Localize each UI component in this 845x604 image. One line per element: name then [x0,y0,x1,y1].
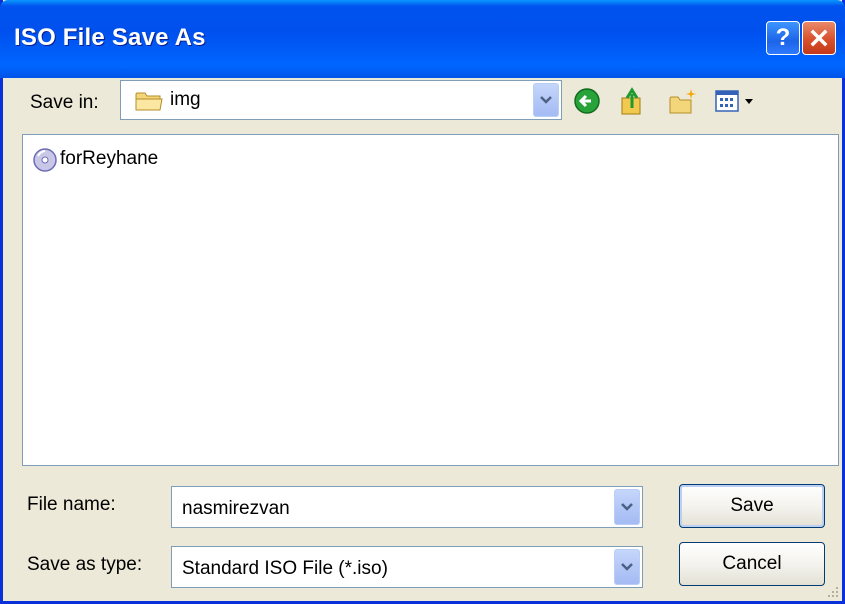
view-menu-icon[interactable] [714,86,760,116]
file-name: forReyhane [60,148,159,169]
file-list[interactable]: forReyhane [22,134,839,466]
save-as-type-label: Save as type: [27,554,143,575]
save-as-type-value: Standard ISO File (*.iso) [182,558,388,579]
save-button[interactable]: Save [679,484,825,528]
back-arrow-icon[interactable] [572,86,602,116]
file-name-dropdown-button[interactable] [614,489,640,525]
help-icon: ? [775,24,791,51]
file-name-value: nasmirezvan [182,498,290,519]
chevron-down-icon [621,563,633,571]
up-folder-icon[interactable] [618,86,648,116]
save-in-label: Save in: [30,92,99,113]
save-in-dropdown-button[interactable] [533,83,559,117]
iso-file-icon [33,148,57,172]
cancel-button[interactable]: Cancel [679,542,825,586]
file-name-field[interactable]: nasmirezvan [171,486,643,528]
resize-grip-icon[interactable] [826,585,840,599]
chevron-down-icon [621,503,633,511]
close-button[interactable] [802,21,836,55]
file-name-label: File name: [27,494,116,515]
save-as-dialog: ISO File Save As ? Save in: img forReyha… [0,0,845,604]
new-folder-icon[interactable] [667,86,699,116]
window-title: ISO File Save As [14,24,206,51]
title-bar[interactable]: ISO File Save As ? [0,0,845,78]
help-button[interactable]: ? [766,21,800,55]
save-as-type-dropdown-button[interactable] [614,549,640,585]
save-as-type-select[interactable]: Standard ISO File (*.iso) [171,546,643,588]
chevron-down-icon [540,96,552,104]
save-in-combo[interactable]: img [120,80,562,120]
save-in-value: img [170,89,201,110]
folder-icon [135,92,163,111]
close-icon [810,29,828,47]
